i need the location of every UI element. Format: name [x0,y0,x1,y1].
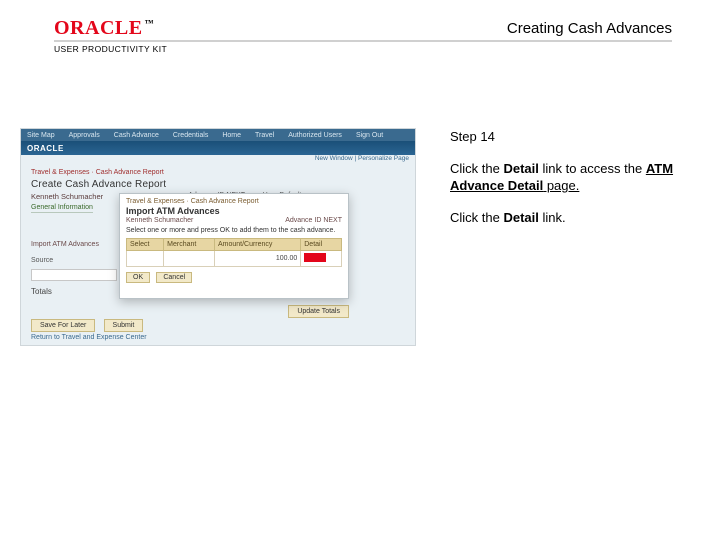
dialog-title: Import ATM Advances [120,205,348,216]
col-select: Select [127,239,164,251]
logo-tm: ™ [145,18,155,28]
ok-button[interactable]: OK [126,272,150,283]
nav-item[interactable]: Credentials [173,132,208,139]
nav-item[interactable]: Site Map [27,132,55,139]
nav-item[interactable]: Authorized Users [288,132,342,139]
logo-text: ORACLE [54,17,143,39]
doc-title: Creating Cash Advances [507,20,672,37]
section-tab[interactable]: General Information [31,204,93,213]
page-title: Create Cash Advance Report [31,179,166,190]
nav-item[interactable]: Approvals [69,132,100,139]
import-atm-label: Import ATM Advances [31,241,99,248]
col-amount: Amount/Currency [214,239,300,251]
step-label: Step 14 [450,128,700,146]
amount-cell: 100.00 [214,251,300,267]
col-merchant: Merchant [164,239,215,251]
cancel-button[interactable]: Cancel [156,272,192,283]
source-input[interactable] [31,269,117,281]
nav-item[interactable]: Sign Out [356,132,383,139]
dialog-instruction: Select one or more and press OK to add t… [120,224,348,236]
dialog-breadcrumb: Travel & Expenses · Cash Advance Report [120,194,348,205]
app-screenshot: Site Map Approvals Cash Advance Credenti… [20,128,416,346]
col-detail: Detail [301,239,342,251]
employee-name: Kenneth Schumacher [31,192,103,201]
detail-link-highlight[interactable] [304,253,326,262]
source-label: Source [31,257,53,264]
brand-bar: ORACLE [21,141,415,155]
dialog-employee: Kenneth Schumacher [126,217,193,224]
import-atm-dialog: Travel & Expenses · Cash Advance Report … [119,193,349,299]
update-totals-button[interactable]: Update Totals [288,305,349,318]
save-for-later-button[interactable]: Save For Later [31,319,95,332]
instruction-line-1: Click the Detail link to access the ATM … [450,160,700,195]
return-link[interactable]: Return to Travel and Expense Center [31,334,147,341]
sub-bar[interactable]: New Window | Personalize Page [21,155,415,165]
breadcrumb: Travel & Expenses · Cash Advance Report [31,169,164,176]
upk-subtitle: USER PRODUCTIVITY KIT [54,40,672,54]
instruction-line-2: Click the Detail link. [450,209,700,227]
instruction-panel: Step 14 Click the Detail link to access … [450,128,700,240]
select-cell[interactable] [127,251,164,267]
brand-text: ORACLE [27,144,64,153]
nav-bar: Site Map Approvals Cash Advance Credenti… [21,129,415,141]
dialog-advance-id: Advance ID NEXT [285,217,342,224]
merchant-cell [164,251,215,267]
nav-item[interactable]: Home [222,132,241,139]
nav-item[interactable]: Travel [255,132,274,139]
detail-cell[interactable] [301,251,342,267]
nav-item[interactable]: Cash Advance [114,132,159,139]
atm-table: Select Merchant Amount/Currency Detail 1… [126,238,342,267]
submit-button[interactable]: Submit [104,319,144,332]
totals-label: Totals [31,287,52,296]
table-row: 100.00 [127,251,342,267]
